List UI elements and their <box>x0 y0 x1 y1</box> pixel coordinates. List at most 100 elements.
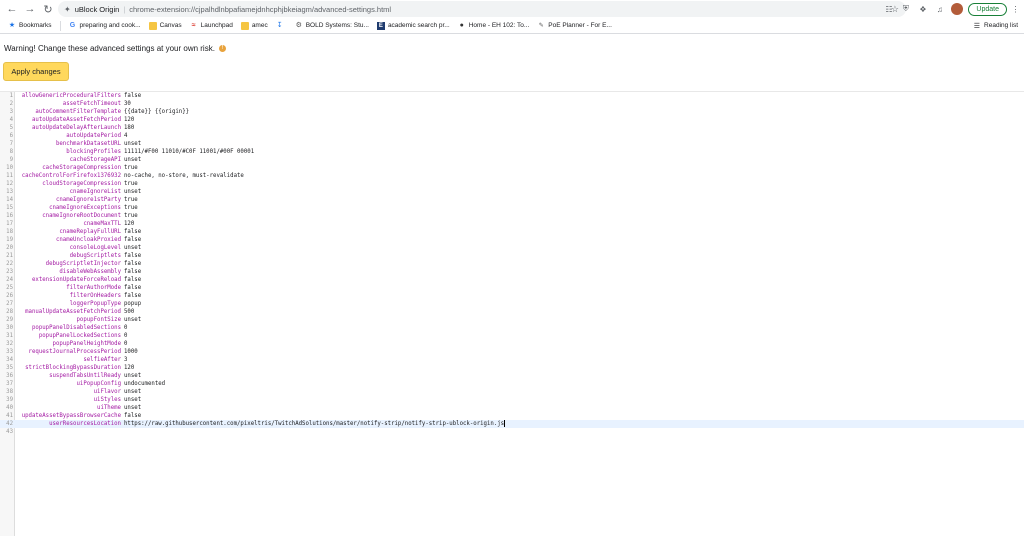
editor-line[interactable]: 9 cacheStorageAPI unset <box>0 156 1024 164</box>
editor-line[interactable]: 34 selfieAfter 3 <box>0 356 1024 364</box>
editor-line[interactable]: 1 allowGenericProceduralFilters false <box>0 92 1024 100</box>
setting-value[interactable]: undocumented <box>124 380 165 388</box>
editor-line[interactable]: 12 cloudStorageCompression true <box>0 180 1024 188</box>
editor-line[interactable]: 28 manualUpdateAssetFetchPeriod 500 <box>0 308 1024 316</box>
setting-value[interactable]: true <box>124 180 138 188</box>
setting-value[interactable]: 120 <box>124 364 134 372</box>
editor-line[interactable]: 43 <box>0 428 1024 436</box>
update-button[interactable]: Update <box>968 2 1007 16</box>
setting-value[interactable]: true <box>124 164 138 172</box>
avatar[interactable] <box>951 3 964 15</box>
setting-value[interactable]: false <box>124 276 141 284</box>
editor-line[interactable]: 20 consoleLogLevel unset <box>0 244 1024 252</box>
bookmark-item[interactable]: Canvas <box>148 21 182 30</box>
editor-line[interactable]: 18 cnameReplayFullURL false <box>0 228 1024 236</box>
media-icon[interactable]: ♫ <box>931 0 948 18</box>
setting-value[interactable]: 30 <box>124 100 131 108</box>
editor-line[interactable]: 39 uiStyles unset <box>0 396 1024 404</box>
editor-line[interactable]: 27 loggerPopupType popup <box>0 300 1024 308</box>
setting-value[interactable]: 1000 <box>124 348 138 356</box>
setting-value[interactable]: false <box>124 292 141 300</box>
setting-value[interactable]: false <box>124 260 141 268</box>
setting-value[interactable]: unset <box>124 396 141 404</box>
back-button[interactable]: ← <box>3 0 21 18</box>
bookmark-item[interactable]: ↧ <box>276 22 287 30</box>
reading-list-button[interactable]: ☰ Reading list <box>974 22 1018 30</box>
bookmark-item[interactable]: ≈ Launchpad <box>190 22 233 30</box>
setting-value[interactable]: false <box>124 228 141 236</box>
editor-line[interactable]: 24 extensionUpdateForceReload false <box>0 276 1024 284</box>
setting-value[interactable]: 120 <box>124 220 134 228</box>
editor-line[interactable]: 31 popupPanelLockedSections 0 <box>0 332 1024 340</box>
setting-value[interactable]: false <box>124 252 141 260</box>
setting-value[interactable]: true <box>124 212 138 220</box>
editor-line[interactable]: 23 disableWebAssembly false <box>0 268 1024 276</box>
editor-line[interactable]: 38 uiFlavor unset <box>0 388 1024 396</box>
editor-line[interactable]: 30 popupPanelDisabledSections 0 <box>0 324 1024 332</box>
setting-value[interactable]: unset <box>124 244 141 252</box>
extensions-puzzle-icon[interactable]: ❖ <box>914 0 931 18</box>
bookmark-item[interactable]: E academic search pr... <box>376 21 450 30</box>
bookmark-item[interactable]: ✎ PoE Planner - For E... <box>537 22 612 30</box>
editor-line[interactable]: 29 popupFontSize unset <box>0 316 1024 324</box>
editor-line[interactable]: 21 debugScriptlets false <box>0 252 1024 260</box>
setting-value[interactable]: 0 <box>124 324 127 332</box>
extension-icon[interactable]: ☷ <box>880 0 897 18</box>
apply-changes-button[interactable]: Apply changes <box>3 62 69 81</box>
menu-kebab-icon[interactable]: ⋮ <box>1007 0 1024 18</box>
setting-value[interactable]: 11111/#F00 11010/#C0F 11001/#00F 00001 <box>124 148 254 156</box>
setting-value[interactable]: false <box>124 284 141 292</box>
setting-value[interactable]: 0 <box>124 340 127 348</box>
bookmark-item[interactable]: ● Home - EH 102: To... <box>458 22 530 30</box>
setting-value[interactable]: popup <box>124 300 141 308</box>
editor-line[interactable]: 32 popupPanelHeightMode 0 <box>0 340 1024 348</box>
setting-value[interactable]: 4 <box>124 132 127 140</box>
editor-line[interactable]: 17 cnameMaxTTL 120 <box>0 220 1024 228</box>
setting-value[interactable]: 180 <box>124 124 134 132</box>
reload-button[interactable]: ↻ <box>39 0 57 18</box>
editor-line[interactable]: 41 updateAssetBypassBrowserCache false <box>0 412 1024 420</box>
ublock-icon[interactable]: ⛨ <box>897 0 914 18</box>
editor-line[interactable]: 14 cnameIgnore1stParty true <box>0 196 1024 204</box>
setting-value[interactable]: {{date}} {{origin}} <box>124 108 189 116</box>
setting-value[interactable]: unset <box>124 140 141 148</box>
editor-line[interactable]: 2 assetFetchTimeout 30 <box>0 100 1024 108</box>
editor-line[interactable]: 11 cacheControlForFirefox1376932 no-cache,… <box>0 172 1024 180</box>
setting-value[interactable]: false <box>124 268 141 276</box>
setting-value[interactable]: true <box>124 196 138 204</box>
setting-value[interactable]: 3 <box>124 356 127 364</box>
setting-value[interactable]: 0 <box>124 332 127 340</box>
bookmark-item[interactable]: G preparing and cook... <box>69 22 141 30</box>
editor-line[interactable]: 26 filterOnHeaders false <box>0 292 1024 300</box>
editor-line[interactable]: 15 cnameIgnoreExceptions true <box>0 204 1024 212</box>
editor-line[interactable]: 35 strictBlockingBypassDuration 120 <box>0 364 1024 372</box>
address-bar[interactable]: ✦ uBlock Origin | chrome-extension://cjp… <box>58 1 906 17</box>
setting-value[interactable]: false <box>124 92 141 100</box>
editor-line[interactable]: 25 filterAuthorMode false <box>0 284 1024 292</box>
setting-value[interactable]: https://raw.githubusercontent.com/pixelt… <box>124 420 506 428</box>
forward-button[interactable]: → <box>21 0 39 18</box>
setting-value[interactable]: 120 <box>124 116 134 124</box>
setting-value[interactable]: unset <box>124 156 141 164</box>
editor-line[interactable]: 40 uiTheme unset <box>0 404 1024 412</box>
setting-value[interactable]: 500 <box>124 308 134 316</box>
editor-line[interactable]: 19 cnameUncloakProxied false <box>0 236 1024 244</box>
editor-line[interactable]: 37 uiPopupConfig undocumented <box>0 380 1024 388</box>
editor-line[interactable]: 10 cacheStorageCompression true <box>0 164 1024 172</box>
setting-value[interactable]: false <box>124 412 141 420</box>
setting-value[interactable]: unset <box>124 316 141 324</box>
bookmark-item[interactable]: amec <box>240 21 268 30</box>
editor-line[interactable]: 16 cnameIgnoreRootDocument true <box>0 212 1024 220</box>
setting-value[interactable]: unset <box>124 372 141 380</box>
editor-line[interactable]: 3 autoCommentFilterTemplate {{date}} {{ori… <box>0 108 1024 116</box>
settings-editor[interactable]: 1 allowGenericProceduralFilters false 2 asse… <box>0 91 1024 536</box>
setting-value[interactable]: unset <box>124 404 141 412</box>
setting-value[interactable]: true <box>124 204 138 212</box>
editor-line[interactable]: 33 requestJournalProcessPeriod 1000 <box>0 348 1024 356</box>
info-icon[interactable]: ! <box>218 45 226 52</box>
setting-value[interactable]: unset <box>124 188 141 196</box>
editor-line[interactable]: 8 blockingProfiles 11111/#F00 11010/#C0F 1… <box>0 148 1024 156</box>
editor-line[interactable]: 7 benchmarkDatasetURL unset <box>0 140 1024 148</box>
editor-line[interactable]: 4 autoUpdateAssetFetchPeriod 120 <box>0 116 1024 124</box>
editor-line[interactable]: 6 autoUpdatePeriod 4 <box>0 132 1024 140</box>
